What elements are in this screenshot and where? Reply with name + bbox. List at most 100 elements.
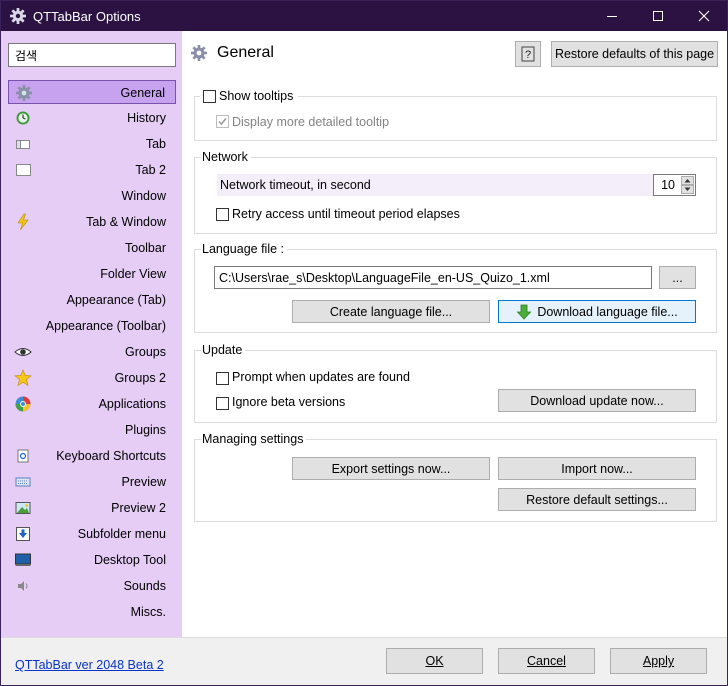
- apply-button[interactable]: Apply: [610, 648, 707, 674]
- sidebar-item-label: History: [127, 111, 166, 125]
- update-group-title: Update: [201, 343, 246, 357]
- speaker-icon: [18, 581, 28, 591]
- close-button[interactable]: [681, 1, 727, 31]
- sidebar-item-window[interactable]: Window: [8, 184, 176, 208]
- sidebar-item-keyboard-shortcuts[interactable]: Keyboard Shortcuts: [8, 444, 176, 468]
- retry-access-checkbox[interactable]: [216, 208, 229, 221]
- download-language-file-button[interactable]: Download language file...: [498, 300, 696, 323]
- sidebar-item-label: Appearance (Toolbar): [45, 319, 166, 333]
- gear-icon: [10, 8, 26, 24]
- history-icon: [16, 111, 30, 125]
- prompt-updates-checkbox[interactable]: [216, 372, 229, 385]
- sidebar-item-subfolder-menu[interactable]: Subfolder menu: [8, 522, 176, 546]
- import-settings-button[interactable]: Import now...: [498, 457, 696, 480]
- timeout-spinner[interactable]: 10: [653, 174, 696, 196]
- sidebar-item-groups2[interactable]: Groups 2: [8, 366, 176, 390]
- create-language-file-button[interactable]: Create language file...: [292, 300, 490, 323]
- help-button[interactable]: ?: [515, 41, 541, 67]
- sidebar-item-groups[interactable]: Groups: [8, 340, 176, 364]
- tab-icon: [16, 140, 30, 149]
- sidebar-item-preview[interactable]: Preview: [8, 470, 176, 494]
- sidebar-item-label: Preview: [121, 475, 166, 489]
- sidebar-item-preview2[interactable]: Preview 2: [8, 496, 176, 520]
- browse-button[interactable]: ...: [659, 266, 696, 289]
- sidebar-item-label: Tab 2: [135, 163, 166, 177]
- sidebar-item-applications[interactable]: Applications: [8, 392, 176, 416]
- eye-icon: [14, 348, 32, 356]
- spin-up-button[interactable]: [681, 176, 694, 185]
- applications-icon: [15, 396, 31, 412]
- download-language-label: Download language file...: [537, 304, 678, 319]
- show-tooltips-label: Show tooltips: [219, 89, 294, 103]
- download-update-button[interactable]: Download update now...: [498, 389, 696, 412]
- ok-label: OK: [425, 654, 444, 668]
- network-group-title: Network: [201, 150, 251, 164]
- sidebar-item-appearance-toolbar[interactable]: Appearance (Toolbar): [8, 314, 176, 338]
- download-arrow-icon: [516, 304, 532, 320]
- svg-text:?: ?: [525, 49, 531, 61]
- preview-icon: [15, 477, 31, 487]
- maximize-button[interactable]: [635, 1, 681, 31]
- timeout-value: 10: [661, 178, 675, 192]
- sidebar-item-tab2[interactable]: Tab 2: [8, 158, 176, 182]
- restore-default-settings-button[interactable]: Restore default settings...: [498, 488, 696, 511]
- restore-page-defaults-button[interactable]: Restore defaults of this page: [551, 41, 718, 67]
- checkmark-icon: [218, 118, 227, 126]
- timeout-row: Network timeout, in second: [217, 174, 653, 196]
- sidebar-item-appearance-tab[interactable]: Appearance (Tab): [8, 288, 176, 312]
- retry-access-label: Retry access until timeout period elapse…: [232, 207, 460, 221]
- search-input[interactable]: [8, 43, 176, 67]
- sidebar-item-desktop-tool[interactable]: Desktop Tool: [8, 548, 176, 572]
- sidebar-item-label: Subfolder menu: [77, 527, 166, 541]
- caret-down-icon: [684, 187, 691, 191]
- desktop-icon: [15, 553, 31, 566]
- options-window: QTTabBar Options General History: [0, 0, 728, 686]
- sidebar-item-label: Groups 2: [114, 371, 166, 385]
- ok-button[interactable]: OK: [386, 648, 483, 674]
- sidebar-item-label: Desktop Tool: [93, 553, 166, 567]
- sidebar-item-miscs[interactable]: Miscs.: [8, 600, 176, 624]
- sidebar-item-label: Tab & Window: [86, 215, 166, 229]
- sidebar-item-label: Appearance (Tab): [66, 293, 166, 307]
- maximize-icon: [653, 11, 663, 21]
- sidebar-item-tab[interactable]: Tab: [8, 132, 176, 156]
- ignore-beta-checkbox[interactable]: [216, 397, 229, 410]
- update-group: [194, 350, 717, 423]
- sidebar-item-label: Keyboard Shortcuts: [56, 449, 166, 463]
- show-tooltips-checkbox[interactable]: [203, 90, 216, 103]
- language-file-path-input[interactable]: [214, 266, 652, 289]
- detailed-tooltip-checkbox[interactable]: [216, 115, 229, 128]
- timeout-label: Network timeout, in second: [220, 178, 371, 192]
- sidebar-item-label: Plugins: [125, 423, 166, 437]
- gear-icon: [191, 45, 207, 61]
- sidebar-item-sounds[interactable]: Sounds: [8, 574, 176, 598]
- preview2-icon: [15, 502, 31, 514]
- title-bar[interactable]: QTTabBar Options: [1, 1, 727, 31]
- sidebar-item-label: Miscs.: [130, 605, 166, 619]
- minimize-icon: [607, 16, 617, 17]
- lightning-icon: [17, 213, 29, 231]
- sidebar-item-label: General: [120, 86, 165, 100]
- subfolder-icon: [16, 527, 30, 541]
- sidebar-item-label: Applications: [98, 397, 166, 411]
- spin-down-button[interactable]: [681, 185, 694, 194]
- version-link[interactable]: QTTabBar ver 2048 Beta 2: [15, 658, 164, 672]
- keyboard-shortcut-icon: [17, 449, 29, 463]
- minimize-button[interactable]: [589, 1, 635, 31]
- tab2-icon: [16, 164, 31, 176]
- sidebar-item-plugins[interactable]: Plugins: [8, 418, 176, 442]
- cancel-button[interactable]: Cancel: [498, 648, 595, 674]
- apply-label: Apply: [642, 654, 675, 668]
- star-icon: [14, 369, 32, 387]
- sidebar-item-label: Preview 2: [111, 501, 166, 515]
- sidebar-item-general[interactable]: General: [8, 80, 176, 104]
- sidebar-item-tab-window[interactable]: Tab & Window: [8, 210, 176, 234]
- export-settings-button[interactable]: Export settings now...: [292, 457, 490, 480]
- sidebar-item-toolbar[interactable]: Toolbar: [8, 236, 176, 260]
- sidebar-item-folder-view[interactable]: Folder View: [8, 262, 176, 286]
- sidebar-item-label: Groups: [125, 345, 166, 359]
- sidebar-item-label: Sounds: [123, 579, 166, 593]
- sidebar-item-history[interactable]: History: [8, 106, 176, 130]
- sidebar-item-label: Folder View: [100, 267, 166, 281]
- detailed-tooltip-label: Display more detailed tooltip: [232, 115, 390, 129]
